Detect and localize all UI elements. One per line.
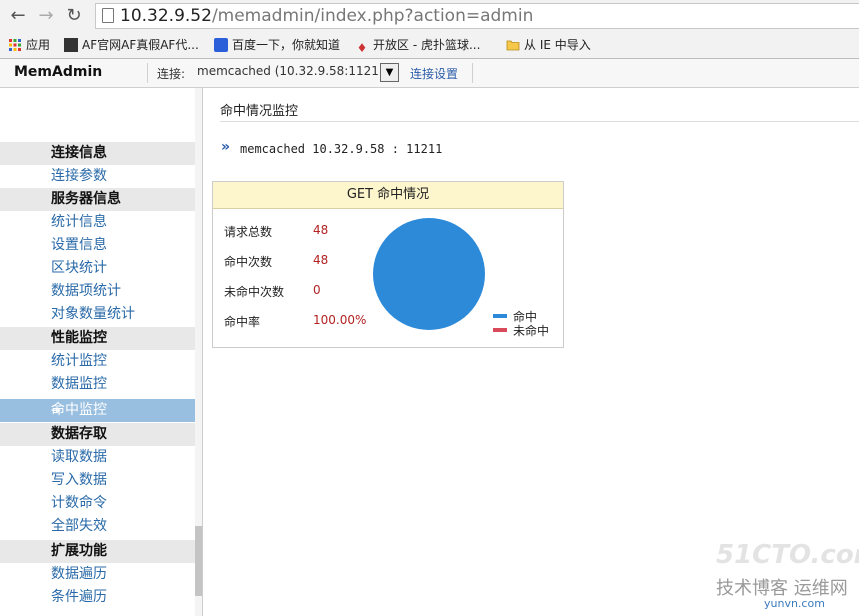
- bookmark-apps[interactable]: 应用: [8, 36, 50, 54]
- section-data-access: 数据存取: [0, 423, 195, 446]
- server-label: memcached 10.32.9.58 : 11211: [240, 142, 443, 156]
- bookmark-import-ie[interactable]: 从 IE 中导入: [506, 36, 591, 54]
- sidebar-item-data-monitor[interactable]: 数据监控: [0, 373, 195, 396]
- app-logo: MemAdmin: [14, 64, 103, 80]
- sidebar-item-hit-monitor[interactable]: 命中监控 ➔: [0, 399, 195, 422]
- sidebar-item-flush-all[interactable]: 全部失效: [0, 515, 195, 538]
- misses-value: 0: [313, 283, 321, 297]
- hit-pie-chart: [373, 218, 485, 330]
- sidebar-scroll-thumb[interactable]: [195, 526, 202, 596]
- bookmarks-bar: 应用 AF官网AF真假AF代... 百度一下，你就知道 ♦ 开放区 - 虎扑篮球.…: [0, 32, 859, 59]
- bookmark-af[interactable]: AF官网AF真假AF代...: [64, 36, 199, 54]
- sidebar: 连接信息 连接参数 服务器信息 统计信息 设置信息 区块统计 数据项统计 对象数…: [0, 88, 203, 616]
- legend-swatch: [493, 328, 507, 332]
- sidebar-item-write[interactable]: 写入数据: [0, 469, 195, 492]
- divider: [472, 63, 473, 83]
- hit-rate-label: 命中率: [224, 315, 261, 329]
- page-title: 命中情况监控: [220, 104, 299, 119]
- total-requests-value: 48: [313, 223, 329, 237]
- sidebar-item-stats-monitor[interactable]: 统计监控: [0, 350, 195, 373]
- section-connection-info: 连接信息: [0, 142, 195, 165]
- bookmark-label: 从 IE 中导入: [524, 38, 591, 52]
- baidu-paw-icon: [214, 38, 228, 52]
- folder-icon: [506, 40, 520, 51]
- browser-toolbar: ← → ↻ 10.32.9.52/memadmin/index.php?acti…: [0, 0, 859, 32]
- bookmark-hupu[interactable]: ♦ 开放区 - 虎扑篮球...: [355, 36, 481, 55]
- sidebar-item-stats[interactable]: 统计信息: [0, 211, 195, 234]
- url-host: 10.32.9.52: [120, 6, 212, 26]
- sidebar-item-traverse[interactable]: 数据遍历: [0, 563, 195, 586]
- hits-value: 48: [313, 253, 329, 267]
- double-chevron-icon: »: [221, 139, 231, 155]
- watermark-url: yunvn.com: [764, 597, 825, 610]
- hit-stats-card: GET 命中情况 请求总数 48 命中次数 48 未命中次数 0 命中率 100…: [212, 181, 564, 348]
- pie-slice-hit: [373, 218, 485, 330]
- divider: [147, 63, 148, 83]
- app-header: MemAdmin 连接: memcached (10.32.9.58:11211…: [0, 59, 859, 88]
- apps-grid-icon: [9, 39, 21, 51]
- sidebar-item-slabs[interactable]: 区块统计: [0, 257, 195, 280]
- hit-rate-value: 100.00%: [313, 313, 367, 327]
- url-text[interactable]: 10.32.9.52/memadmin/index.php?action=adm…: [120, 6, 533, 26]
- sidebar-item-object-count[interactable]: 对象数量统计: [0, 303, 195, 326]
- bookmark-label: 开放区 - 虎扑篮球...: [373, 38, 481, 52]
- sidebar-item-counter[interactable]: 计数命令: [0, 492, 195, 515]
- bookmark-label: AF官网AF真假AF代...: [82, 38, 199, 52]
- forward-arrow-icon[interactable]: →: [36, 6, 56, 26]
- misses-label: 未命中次数: [224, 285, 285, 299]
- connection-label: 连接:: [157, 67, 186, 81]
- sidebar-item-connection-params[interactable]: 连接参数: [0, 165, 195, 188]
- section-performance: 性能监控: [0, 327, 195, 350]
- af-favicon-icon: [64, 38, 78, 52]
- sidebar-item-settings[interactable]: 设置信息: [0, 234, 195, 257]
- title-divider: [220, 121, 859, 122]
- url-path: /memadmin/index.php?action=admin: [211, 6, 534, 26]
- card-title: GET 命中情况: [213, 182, 563, 209]
- hupu-favicon-icon: ♦: [356, 41, 368, 55]
- page-icon: [102, 8, 114, 23]
- reload-icon[interactable]: ↻: [64, 6, 84, 26]
- sidebar-item-items[interactable]: 数据项统计: [0, 280, 195, 303]
- sidebar-item-read[interactable]: 读取数据: [0, 446, 195, 469]
- arrow-right-icon: ➔: [51, 403, 62, 417]
- back-arrow-icon[interactable]: ←: [8, 6, 28, 26]
- chevron-down-icon[interactable]: ▼: [380, 63, 399, 82]
- watermark-logo: 51CTO.com: [716, 540, 859, 570]
- total-requests-label: 请求总数: [224, 225, 273, 239]
- hits-label: 命中次数: [224, 255, 273, 269]
- main-content: 命中情况监控 » memcached 10.32.9.58 : 11211 GE…: [203, 88, 859, 616]
- bookmark-label: 应用: [26, 38, 51, 52]
- bookmark-baidu[interactable]: 百度一下，你就知道: [214, 36, 340, 54]
- legend-miss: 未命中: [493, 322, 549, 339]
- section-server-info: 服务器信息: [0, 188, 195, 211]
- section-extensions: 扩展功能: [0, 540, 195, 563]
- sidebar-item-conditional-traverse[interactable]: 条件遍历: [0, 586, 195, 609]
- connection-select[interactable]: memcached (10.32.9.58:11211: [197, 64, 387, 78]
- address-bar[interactable]: 10.32.9.52/memadmin/index.php?action=adm…: [95, 3, 859, 29]
- bookmark-label: 百度一下，你就知道: [232, 38, 341, 52]
- connection-settings-link[interactable]: 连接设置: [410, 65, 458, 82]
- legend-swatch: [493, 314, 507, 318]
